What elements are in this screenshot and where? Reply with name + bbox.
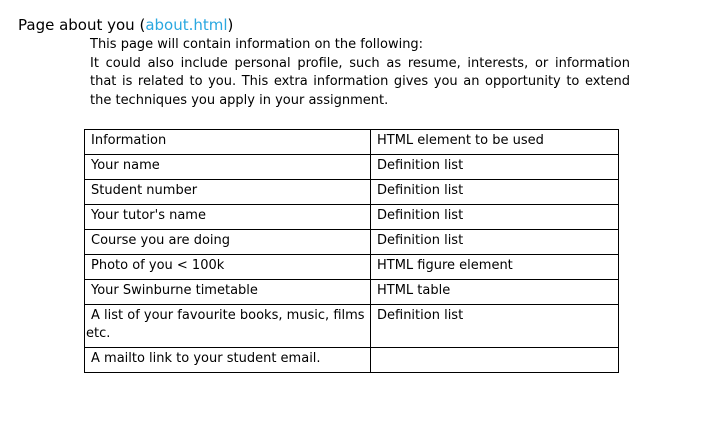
intro-line: This page will contain information on th…	[90, 37, 424, 52]
table-row: Your name Definition list	[84, 154, 619, 180]
element-cell: Definition list	[370, 304, 619, 348]
table-header-row: Information HTML element to be used	[84, 129, 619, 155]
info-cell: A mailto link to your student email.	[84, 347, 371, 373]
requirements-table: Information HTML element to be used Your…	[84, 129, 619, 373]
heading-label: Page about you	[18, 16, 135, 34]
info-cell: Course you are doing	[84, 229, 371, 255]
table-row: Student number Definition list	[84, 179, 619, 205]
intro-paragraph: It could also include personal profile, …	[90, 55, 630, 108]
info-cell: Student number	[84, 179, 371, 205]
info-cell: Photo of you < 100k	[84, 254, 371, 280]
header-information: Information	[84, 129, 371, 155]
element-cell: Definition list	[370, 204, 619, 230]
element-cell: HTML figure element	[370, 254, 619, 280]
header-html-element: HTML element to be used	[370, 129, 619, 155]
table-row: Course you are doing Definition list	[84, 229, 619, 255]
table-row: A list of your favourite books, music, f…	[84, 304, 619, 348]
info-cell: A list of your favourite books, music, f…	[84, 304, 371, 348]
element-cell	[370, 347, 619, 373]
table-row: Photo of you < 100k HTML figure element	[84, 254, 619, 280]
close-paren: )	[227, 16, 234, 34]
element-cell: Definition list	[370, 154, 619, 180]
info-cell: Your name	[84, 154, 371, 180]
open-paren: (	[134, 16, 146, 34]
about-html-link[interactable]: about.html	[145, 16, 227, 34]
info-cell: Your tutor's name	[84, 204, 371, 230]
table-row: Your Swinburne timetable HTML table	[84, 279, 619, 305]
table-row: A mailto link to your student email.	[84, 347, 619, 373]
section-heading: Page about you (about.html)	[18, 15, 233, 35]
element-cell: HTML table	[370, 279, 619, 305]
element-cell: Definition list	[370, 229, 619, 255]
table-row: Your tutor's name Definition list	[84, 204, 619, 230]
element-cell: Definition list	[370, 179, 619, 205]
intro-text: This page will contain information on th…	[90, 36, 630, 110]
info-cell: Your Swinburne timetable	[84, 279, 371, 305]
